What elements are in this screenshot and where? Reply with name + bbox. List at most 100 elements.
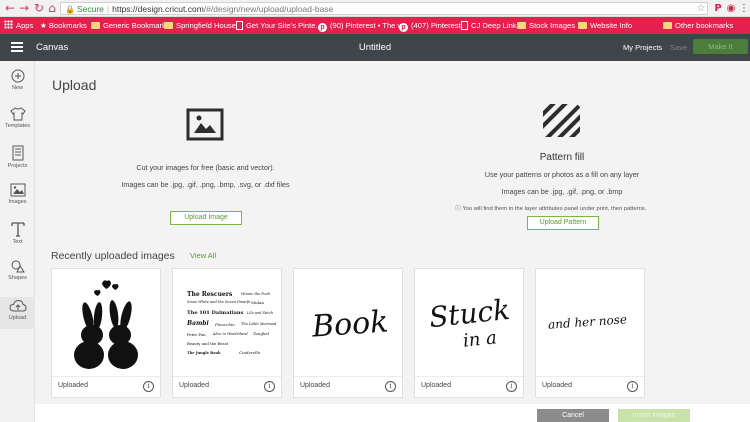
rail-upload[interactable]: Upload bbox=[0, 297, 35, 329]
upload-image-button[interactable]: Upload Image bbox=[170, 211, 242, 225]
title-text: Winnie the Pooh bbox=[241, 292, 270, 296]
cancel-button[interactable]: Cancel bbox=[537, 409, 609, 422]
pattern-fill-title: Pattern fill bbox=[539, 152, 585, 163]
card-label: Uploaded bbox=[542, 382, 572, 389]
card-label: Uploaded bbox=[179, 382, 209, 389]
pattern-description: Use your patterns or photos as a fill on… bbox=[484, 170, 640, 179]
cloud-upload-icon bbox=[8, 299, 27, 312]
lock-icon: 🔒 bbox=[65, 5, 75, 14]
title-text: Alice in Wonderland bbox=[213, 332, 248, 336]
bookmark-cj-deep-link[interactable]: CJ Deep Link bbox=[461, 17, 517, 34]
upload-footer: Cancel Insert Images bbox=[35, 404, 750, 422]
document-title[interactable]: Untitled bbox=[300, 34, 450, 61]
home-icon[interactable]: ⌂ bbox=[45, 1, 59, 16]
title-text: The Rescuers bbox=[187, 291, 233, 298]
upload-pattern-button[interactable]: Upload Pattern bbox=[527, 216, 599, 230]
rail-label: New bbox=[11, 85, 23, 91]
image-upload-icon bbox=[186, 108, 224, 141]
title-text: Bambi bbox=[187, 320, 209, 327]
bookmark-apps[interactable]: Apps bbox=[4, 17, 33, 34]
uploaded-image-card[interactable]: The Rescuers Winnie the Pooh Snow White … bbox=[172, 268, 282, 398]
view-all-link[interactable]: View All bbox=[190, 251, 216, 260]
reload-icon[interactable]: ↻ bbox=[32, 1, 46, 16]
page-icon bbox=[461, 21, 468, 30]
uploaded-image-card[interactable]: Uploaded i bbox=[51, 268, 161, 398]
script-text: Stuck bbox=[427, 292, 512, 335]
save-button[interactable]: Save bbox=[670, 34, 687, 61]
title-text: Lilo and Stitch bbox=[247, 311, 274, 315]
info-icon[interactable]: i bbox=[385, 381, 396, 392]
bookmark-other[interactable]: Other bookmarks bbox=[663, 17, 733, 34]
rail-label: Projects bbox=[7, 163, 28, 169]
menu-icon[interactable] bbox=[11, 42, 23, 52]
page-title: Upload bbox=[52, 77, 97, 93]
bookmark-springfield[interactable]: Springfield House bbox=[164, 17, 236, 34]
uploaded-image-card[interactable]: Stuck in a Uploaded i bbox=[414, 268, 524, 398]
insert-images-button[interactable]: Insert Images bbox=[618, 409, 690, 422]
bunnies-thumbnail bbox=[52, 269, 160, 376]
card-caption: Uploaded i bbox=[294, 376, 402, 397]
image-icon bbox=[10, 183, 25, 197]
uploaded-image-card[interactable]: Book Uploaded i bbox=[293, 268, 403, 398]
rail-label: Images bbox=[8, 199, 27, 205]
card-caption: Uploaded i bbox=[52, 376, 160, 397]
rail-text[interactable]: Text bbox=[0, 221, 35, 251]
bookmark-pinterest-site[interactable]: Get Your Site's Pinte... bbox=[236, 17, 322, 34]
bookmark-pinterest-407[interactable]: p (407) Pinterest bbox=[399, 17, 461, 34]
bookmark-star-icon[interactable]: ☆ bbox=[695, 2, 707, 15]
bookmark-generic[interactable]: Generic Bookmarks bbox=[91, 17, 170, 34]
card-caption: Uploaded i bbox=[173, 376, 281, 397]
upload-panel: Upload Cut your images for free (basic a… bbox=[35, 61, 750, 404]
title-text: Cinderella bbox=[239, 350, 261, 355]
back-icon[interactable]: ← bbox=[3, 1, 17, 16]
title-text: Snow White and the Seven Dwarfs bbox=[187, 300, 251, 304]
title-text: Mulan bbox=[251, 300, 264, 305]
title-text: The Jungle Book bbox=[187, 351, 221, 355]
script-text: and her nose bbox=[547, 312, 628, 332]
shapes-icon bbox=[11, 260, 25, 273]
chrome-menu-icon[interactable]: ⋮ bbox=[738, 2, 750, 15]
bunnies-silhouette bbox=[74, 280, 138, 369]
rail-new[interactable]: New bbox=[0, 69, 35, 99]
info-icon[interactable]: i bbox=[627, 381, 638, 392]
rail-projects[interactable]: Projects bbox=[0, 145, 35, 175]
bookmark-stock-images[interactable]: Stock Images bbox=[517, 17, 575, 34]
pinterest-extension-icon[interactable]: P bbox=[712, 2, 724, 15]
address-bar[interactable]: 🔒 Secure | https://design.cricut.com/#/desi… bbox=[60, 2, 708, 15]
extension-icon[interactable]: ◉ bbox=[725, 2, 737, 15]
info-icon[interactable]: i bbox=[143, 381, 154, 392]
forward-icon[interactable]: → bbox=[17, 1, 31, 16]
folder-icon bbox=[663, 22, 672, 29]
my-projects-link[interactable]: My Projects bbox=[623, 34, 662, 61]
bookmark-pinterest-90[interactable]: p (90) Pinterest • The w bbox=[318, 17, 403, 34]
title-text: Pinocchio bbox=[215, 322, 235, 327]
star-icon: ★ bbox=[40, 21, 47, 30]
bookmark-website-info[interactable]: Website Info bbox=[578, 17, 632, 34]
title-text: Tangled bbox=[253, 331, 270, 336]
bookmark-bookmarks[interactable]: ★ Bookmarks bbox=[40, 17, 87, 34]
rail-label: Templates bbox=[4, 123, 31, 129]
rail-shapes[interactable]: Shapes bbox=[0, 259, 35, 289]
rail-label: Upload bbox=[8, 315, 27, 321]
secure-label: Secure bbox=[76, 4, 104, 14]
pinterest-icon: p bbox=[399, 23, 408, 32]
title-text: Peter Pan bbox=[187, 332, 206, 337]
make-it-button[interactable]: Make It bbox=[693, 39, 748, 54]
pattern-note: ⓘ You will find them in the layer attrib… bbox=[455, 206, 647, 212]
rail-images[interactable]: Images bbox=[0, 183, 35, 213]
plus-circle-icon bbox=[11, 69, 24, 83]
app-header: Canvas Untitled My Projects Save Make It bbox=[0, 34, 750, 61]
info-icon[interactable]: i bbox=[506, 381, 517, 392]
rail-templates[interactable]: Templates bbox=[0, 107, 35, 137]
uploaded-image-card[interactable]: and her nose Uploaded i bbox=[535, 268, 645, 398]
image-formats: Images can be .jpg, .gif, .png, .bmp, .s… bbox=[121, 180, 290, 189]
book-thumbnail: Book bbox=[294, 269, 402, 376]
rail-label: Text bbox=[12, 239, 23, 245]
card-label: Uploaded bbox=[300, 382, 330, 389]
title-text: The 101 Dalmatians bbox=[187, 310, 244, 316]
titles-thumbnail: The Rescuers Winnie the Pooh Snow White … bbox=[173, 269, 281, 376]
bookmarks-bar: Apps ★ Bookmarks Generic Bookmarks Spring… bbox=[0, 17, 750, 34]
info-icon[interactable]: i bbox=[264, 381, 275, 392]
folder-icon bbox=[517, 22, 526, 29]
folder-icon bbox=[91, 22, 100, 29]
